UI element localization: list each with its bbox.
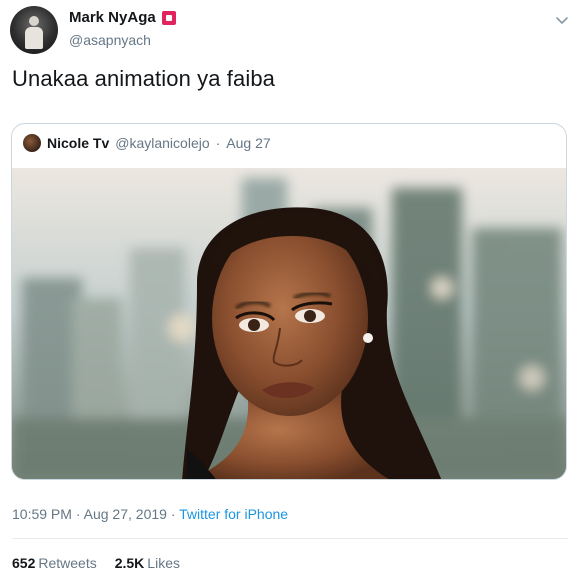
quoted-tweet-card[interactable]: Nicole Tv @kaylanicolejo · Aug 27 xyxy=(11,123,567,480)
likes-count: 2.5K xyxy=(114,555,145,571)
retweets-label: Retweets xyxy=(38,555,97,571)
author-name-row: Mark NyAga xyxy=(69,9,176,26)
avatar[interactable] xyxy=(10,6,58,54)
retweets-stat[interactable]: 652 Retweets xyxy=(12,555,97,571)
retweets-count: 652 xyxy=(12,555,36,571)
avatar-figure-head xyxy=(29,16,39,26)
quoted-display-name: Nicole Tv xyxy=(47,135,110,151)
author-display-name[interactable]: Mark NyAga xyxy=(69,9,156,26)
tweet-date[interactable]: Aug 27, 2019 xyxy=(84,506,167,522)
author-handle[interactable]: @asapnyach xyxy=(69,32,151,48)
tweet-header: Mark NyAga @asapnyach xyxy=(0,0,580,60)
divider xyxy=(12,538,568,539)
likes-label: Likes xyxy=(147,555,180,571)
tweet-time[interactable]: 10:59 PM xyxy=(12,506,72,522)
verified-badge-icon xyxy=(161,10,176,25)
meta-separator-2: · xyxy=(170,506,176,522)
tweet-source-link[interactable]: Twitter for iPhone xyxy=(179,506,288,522)
tweet-text: Unakaa animation ya faiba xyxy=(12,66,275,91)
avatar-figure-body xyxy=(25,27,43,49)
likes-stat[interactable]: 2.5K Likes xyxy=(115,555,180,571)
tweet-stats: 652 Retweets 2.5K Likes xyxy=(12,555,180,571)
quoted-separator: · xyxy=(215,135,221,151)
quoted-tweet-header: Nicole Tv @kaylanicolejo · Aug 27 xyxy=(23,134,271,152)
tweet-meta: 10:59 PM · Aug 27, 2019 · Twitter for iP… xyxy=(12,506,288,522)
portrait-image xyxy=(12,168,566,479)
quoted-avatar[interactable] xyxy=(23,134,41,152)
quoted-photo[interactable] xyxy=(12,168,566,479)
meta-separator-1: · xyxy=(75,506,81,522)
quoted-handle: @kaylanicolejo xyxy=(115,135,210,151)
quoted-date: Aug 27 xyxy=(226,135,271,151)
chevron-down-icon[interactable] xyxy=(554,12,570,28)
